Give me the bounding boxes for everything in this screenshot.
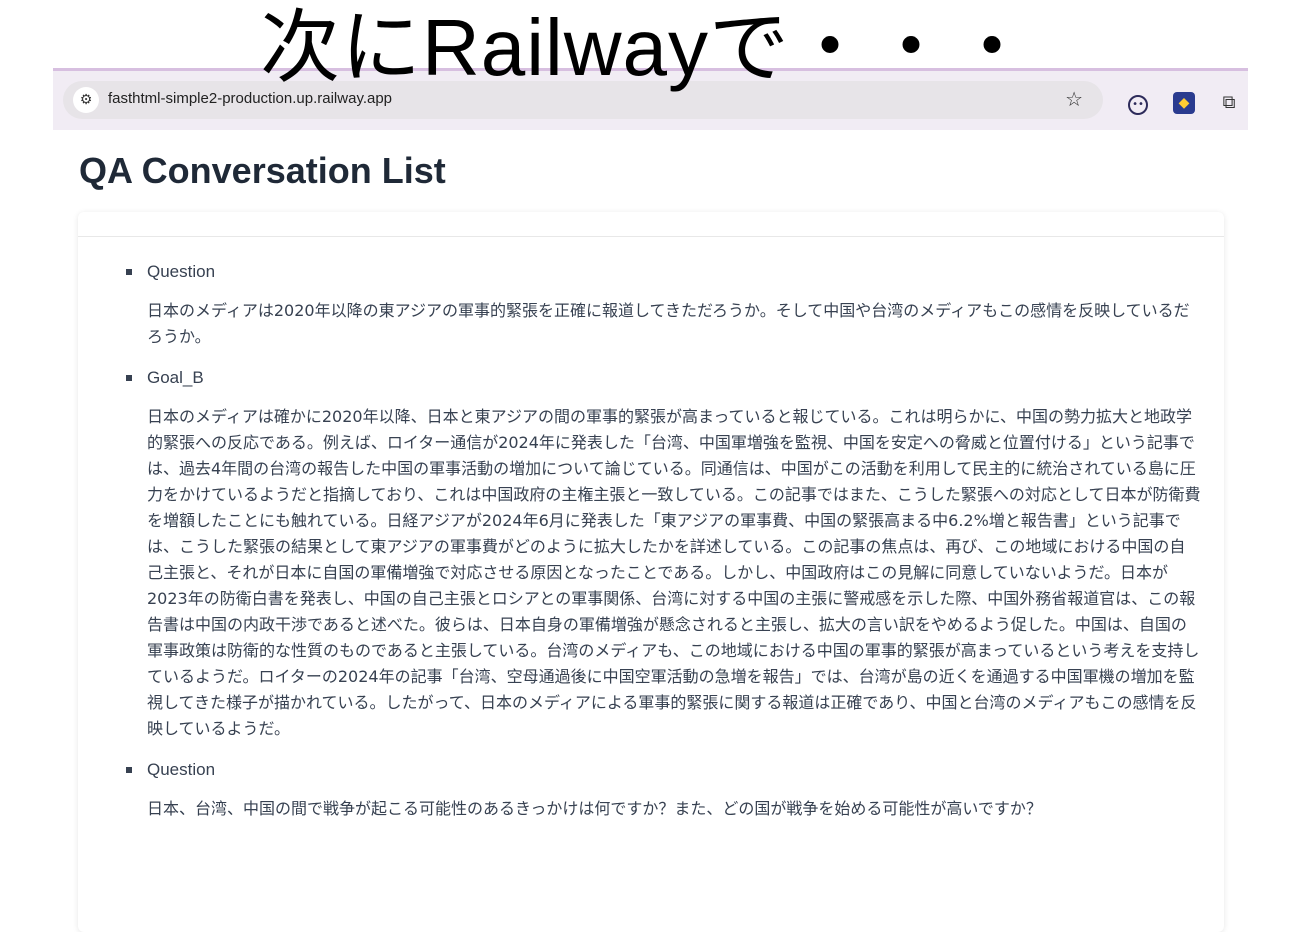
list-item: Goal_B 日本のメディアは確かに2020年以降、日本と東アジアの間の軍事的緊… [126, 366, 1201, 742]
list-item: Question 日本のメディアは2020年以降の東アジアの軍事的緊張を正確に報… [126, 260, 1201, 350]
item-label: Goal_B [147, 368, 204, 387]
eyes-extension-icon[interactable]: •• [1128, 95, 1148, 115]
item-text: 日本、台湾、中国の間で戦争が起こる可能性のあるきっかけは何ですか？また、どの国が… [147, 799, 1042, 818]
item-label: Question [147, 262, 216, 281]
page-title: QA Conversation List [79, 150, 446, 191]
item-text: 日本のメディアは2020年以降の東アジアの軍事的緊張を正確に報道してきただろうか… [147, 301, 1190, 346]
qa-card: Question 日本のメディアは2020年以降の東アジアの軍事的緊張を正確に報… [78, 212, 1224, 932]
bullet-marker [126, 767, 132, 773]
bullet-marker [126, 375, 132, 381]
bullet-marker [126, 269, 132, 275]
card-header [78, 212, 1224, 237]
item-label: Question [147, 760, 216, 779]
list-item: Question 日本、台湾、中国の間で戦争が起こる可能性のあるきっかけは何です… [126, 758, 1201, 822]
item-text: 日本のメディアは確かに2020年以降、日本と東アジアの間の軍事的緊張が高まってい… [147, 407, 1201, 738]
overlay-caption: 次にRailwayで・・・ [259, 3, 1034, 92]
qa-list: Question 日本のメディアは2020年以降の東アジアの軍事的緊張を正確に報… [126, 260, 1201, 838]
